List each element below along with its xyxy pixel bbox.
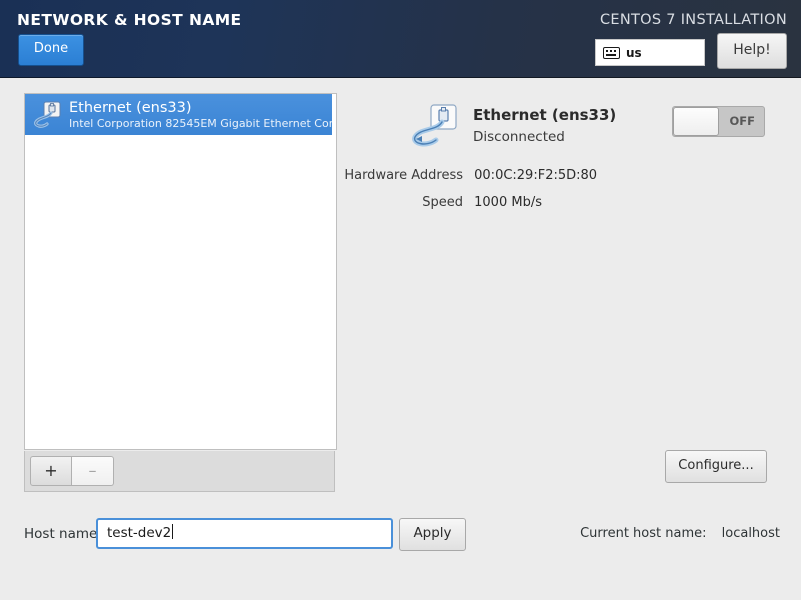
installer-header-bar: NETWORK & HOST NAME CENTOS 7 INSTALLATIO… [0, 0, 801, 78]
installation-title: CENTOS 7 INSTALLATION [599, 12, 787, 28]
toggle-knob [673, 107, 719, 136]
hostname-input[interactable]: test-dev2 [96, 518, 393, 549]
list-item[interactable]: Ethernet (ens33) Intel Corporation 82545… [25, 94, 336, 135]
speed-label: Speed [422, 195, 463, 210]
page-title: NETWORK & HOST NAME [17, 11, 242, 29]
ethernet-unplugged-icon [33, 100, 63, 130]
hostname-input-value: test-dev2 [107, 525, 172, 541]
current-hostname-value: localhost [721, 526, 780, 541]
add-device-label: + [44, 461, 58, 480]
configure-button[interactable]: Configure... [665, 450, 767, 483]
interface-detail-status: Disconnected [473, 129, 565, 145]
apply-button-label: Apply [413, 525, 452, 541]
keyboard-layout-label: us [626, 45, 642, 60]
interface-list-toolbar: + – [24, 451, 335, 492]
speed-value: 1000 Mb/s [474, 195, 542, 210]
speed-row: Speed 1000 Mb/s [340, 195, 670, 210]
configure-button-label: Configure... [678, 458, 754, 473]
keyboard-layout-indicator[interactable]: us [595, 39, 705, 66]
current-hostname-label: Current host name: [580, 526, 707, 541]
list-item-description: Intel Corporation 82545EM Gigabit Ethern… [69, 116, 336, 130]
network-interface-list[interactable]: Ethernet (ens33) Intel Corporation 82545… [24, 93, 337, 450]
hardware-address-label: Hardware Address [344, 168, 463, 183]
list-right-edge [332, 94, 336, 447]
interface-power-toggle[interactable]: OFF [672, 106, 765, 137]
interface-detail-header: Ethernet (ens33) Disconnected [411, 101, 616, 151]
done-button[interactable]: Done [18, 34, 84, 66]
remove-device-label: – [88, 461, 97, 480]
text-caret [172, 524, 174, 539]
current-hostname: Current host name: localhost [580, 526, 780, 541]
done-button-label: Done [33, 41, 69, 56]
ethernet-unplugged-icon [411, 101, 467, 151]
add-device-button[interactable]: + [30, 456, 72, 486]
interface-detail-title: Ethernet (ens33) [473, 106, 617, 124]
apply-button[interactable]: Apply [399, 518, 466, 551]
help-button[interactable]: Help! [717, 33, 787, 69]
list-item-title: Ethernet (ens33) [69, 99, 192, 116]
keyboard-icon [603, 46, 620, 59]
hardware-address-row: Hardware Address 00:0C:29:F2:5D:80 [340, 168, 670, 183]
remove-device-button[interactable]: – [72, 456, 114, 486]
help-button-label: Help! [733, 42, 771, 58]
hardware-address-value: 00:0C:29:F2:5D:80 [474, 168, 598, 183]
hostname-label: Host name: [24, 526, 102, 542]
toggle-state-label: OFF [729, 114, 756, 128]
